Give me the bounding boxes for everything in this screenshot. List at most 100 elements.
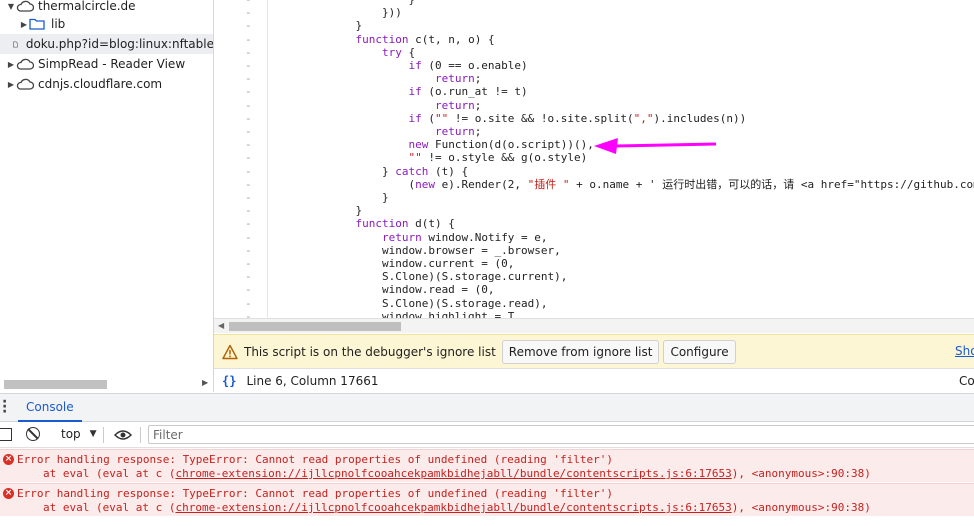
code-line: window.read = (0, bbox=[276, 283, 495, 297]
eye-icon[interactable] bbox=[114, 429, 132, 441]
error-icon: × bbox=[3, 488, 14, 499]
chevron-down-icon[interactable]: ▼ bbox=[6, 2, 16, 11]
code-line: if (0 == o.enable) bbox=[408, 59, 528, 72]
code-line: return; bbox=[434, 98, 482, 112]
toolbar-divider bbox=[140, 427, 141, 443]
gutter-mark[interactable]: - bbox=[245, 125, 252, 138]
gutter-mark[interactable]: - bbox=[245, 19, 252, 32]
file-icon bbox=[13, 41, 18, 47]
gutter-mark[interactable]: - bbox=[245, 283, 252, 296]
gutter-mark[interactable]: - bbox=[245, 6, 252, 19]
cursor-position: Line 6, Column 17661 bbox=[246, 373, 379, 388]
banner-message: This script is on the debugger's ignore … bbox=[244, 344, 496, 359]
gutter-mark[interactable]: - bbox=[245, 138, 252, 151]
gutter-mark[interactable]: - bbox=[245, 310, 252, 318]
remove-from-ignore-list-button[interactable]: Remove from ignore list bbox=[501, 339, 660, 364]
keyword: if bbox=[408, 59, 422, 72]
code-line: if ("" != o.site && !o.site.split(",").i… bbox=[408, 111, 747, 125]
gutter-mark[interactable]: - bbox=[245, 46, 252, 59]
code-line: } bbox=[276, 19, 363, 33]
gutter-mark[interactable]: - bbox=[245, 257, 252, 270]
console-error-message: × Error handling response: TypeError: Ca… bbox=[0, 483, 974, 516]
gutter-mark[interactable]: - bbox=[245, 204, 252, 217]
chevron-right-icon[interactable]: ▶ bbox=[6, 80, 16, 89]
tree-horizontal-scrollbar[interactable]: ▶ bbox=[0, 376, 213, 392]
scrollbar-thumb[interactable] bbox=[229, 322, 401, 331]
code-line: S.Clone)(S.storage.current), bbox=[276, 270, 568, 284]
source-link[interactable]: chrome-extension://ijllcpnolfcooahcekpam… bbox=[175, 501, 731, 514]
show-link[interactable]: Sho bbox=[955, 344, 974, 358]
tree-item-cdnjs[interactable]: ▶ cdnjs.cloudflare.com bbox=[0, 74, 213, 94]
gutter-mark[interactable]: - bbox=[245, 99, 252, 112]
gutter-mark[interactable]: - bbox=[245, 59, 252, 72]
code-line: (new e).Render(2, "插件 " + o.name + ' 运行时… bbox=[276, 177, 974, 191]
warning-icon bbox=[222, 344, 238, 359]
editor-horizontal-scrollbar[interactable]: ◀ bbox=[214, 318, 974, 333]
gutter-mark[interactable]: - bbox=[245, 0, 252, 6]
code-line: window.highlight = T bbox=[276, 309, 515, 318]
configure-button[interactable]: Configure bbox=[663, 339, 736, 364]
keyword: try bbox=[381, 45, 402, 59]
gutter-mark[interactable]: - bbox=[245, 270, 252, 283]
code-line: } bbox=[276, 0, 415, 6]
keyword: if bbox=[408, 111, 422, 125]
gutter-mark[interactable]: - bbox=[245, 217, 252, 230]
keyword: function bbox=[355, 32, 409, 46]
code-editor[interactable]: ------------------------- } })) } functi… bbox=[214, 0, 974, 318]
sidebar-toggle-icon[interactable] bbox=[0, 428, 12, 441]
gutter-mark[interactable]: - bbox=[245, 178, 252, 191]
scrollbar-thumb[interactable] bbox=[4, 380, 107, 389]
tree-item-label: thermalcircle.de bbox=[38, 0, 136, 13]
gutter-mark[interactable]: - bbox=[245, 112, 252, 125]
caret-down-icon: ▼ bbox=[89, 429, 97, 439]
context-selector[interactable]: top ▼ bbox=[61, 427, 97, 441]
code-line: function d(t) { bbox=[355, 217, 455, 231]
code-line: return; bbox=[434, 125, 482, 138]
tab-console[interactable]: Console bbox=[18, 394, 82, 422]
gutter-mark[interactable]: - bbox=[245, 33, 252, 46]
code-line: function c(t, n, o) { bbox=[355, 32, 495, 46]
coverage-status: Co bbox=[959, 374, 974, 388]
console-toolbar: top ▼ bbox=[0, 422, 974, 448]
gutter-mark[interactable]: - bbox=[245, 231, 252, 244]
code-line: "" != o.style && g(o.style) bbox=[408, 151, 588, 165]
keyword: return bbox=[434, 72, 475, 86]
code-line: } bbox=[276, 204, 363, 218]
annotation-arrow-icon bbox=[594, 138, 717, 154]
console-filter-input[interactable] bbox=[148, 425, 974, 444]
gutter-mark[interactable]: - bbox=[245, 244, 252, 257]
tree-item-label: SimpRead - Reader View bbox=[38, 57, 186, 71]
code-line: if (o.run_at != t) bbox=[408, 85, 528, 99]
code-line: new Function(d(o.script))(), bbox=[408, 138, 594, 152]
gutter-mark[interactable]: - bbox=[245, 165, 252, 178]
cloud-icon bbox=[16, 0, 34, 12]
console-error-message: × Error handling response: TypeError: Ca… bbox=[0, 449, 974, 482]
clear-console-icon[interactable] bbox=[26, 427, 40, 441]
tree-item-simpread[interactable]: ▶ SimpRead - Reader View bbox=[0, 54, 213, 74]
cloud-icon bbox=[16, 78, 34, 90]
source-link[interactable]: chrome-extension://ijllcpnolfcooahcekpam… bbox=[175, 467, 731, 480]
more-options-icon[interactable]: · · · bbox=[2, 395, 7, 419]
scroll-left-arrow-icon[interactable]: ◀ bbox=[218, 321, 224, 330]
cloud-icon bbox=[16, 58, 34, 70]
gutter-mark[interactable]: - bbox=[245, 191, 252, 204]
gutter-mark[interactable]: - bbox=[245, 85, 252, 98]
gutter-mark[interactable]: - bbox=[245, 297, 252, 310]
chevron-right-icon[interactable]: ▶ bbox=[19, 20, 29, 29]
error-stack-trace: at eval (eval at c (chrome-extension://i… bbox=[43, 467, 871, 480]
gutter-mark[interactable]: - bbox=[245, 151, 252, 164]
tree-item-label: cdnjs.cloudflare.com bbox=[38, 77, 163, 91]
error-icon: × bbox=[3, 454, 14, 465]
scroll-right-arrow-icon[interactable]: ▶ bbox=[202, 378, 208, 387]
keyword: catch bbox=[395, 164, 429, 178]
error-stack-trace: at eval (eval at c (chrome-extension://i… bbox=[43, 501, 871, 514]
code-line: return window.Notify = e, bbox=[381, 230, 548, 244]
chevron-right-icon[interactable]: ▶ bbox=[6, 60, 16, 69]
gutter-mark[interactable]: - bbox=[245, 72, 252, 85]
code-line: S.Clone)(S.storage.read), bbox=[276, 296, 548, 310]
line-gutter: ------------------------- bbox=[214, 0, 268, 318]
tree-item-lib[interactable]: ▶ lib bbox=[0, 14, 213, 34]
pretty-print-braces-icon[interactable]: {} bbox=[222, 374, 236, 388]
code-line: return; bbox=[434, 72, 482, 86]
tree-item-doku-php[interactable]: doku.php?id=blog:linux:nftable bbox=[0, 34, 213, 54]
